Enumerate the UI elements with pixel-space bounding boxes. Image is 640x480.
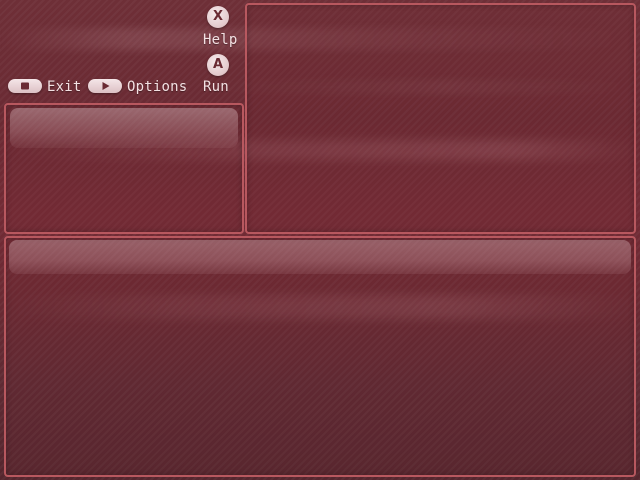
preview-panel: [245, 3, 636, 234]
square-icon: [21, 82, 29, 90]
run-label[interactable]: Run: [203, 80, 229, 94]
content-list-panel[interactable]: [4, 236, 636, 477]
start-button-icon[interactable]: [88, 79, 122, 93]
exit-label[interactable]: Exit: [47, 80, 82, 94]
help-label[interactable]: Help: [203, 33, 238, 47]
left-info-panel: [4, 103, 244, 234]
options-label[interactable]: Options: [127, 80, 187, 94]
x-button-icon[interactable]: X: [207, 6, 229, 28]
play-icon: [102, 82, 110, 90]
a-button-icon[interactable]: A: [207, 54, 229, 76]
selected-row-highlight[interactable]: [9, 240, 631, 274]
panel-header-highlight: [10, 108, 238, 148]
select-button-icon[interactable]: [8, 79, 42, 93]
